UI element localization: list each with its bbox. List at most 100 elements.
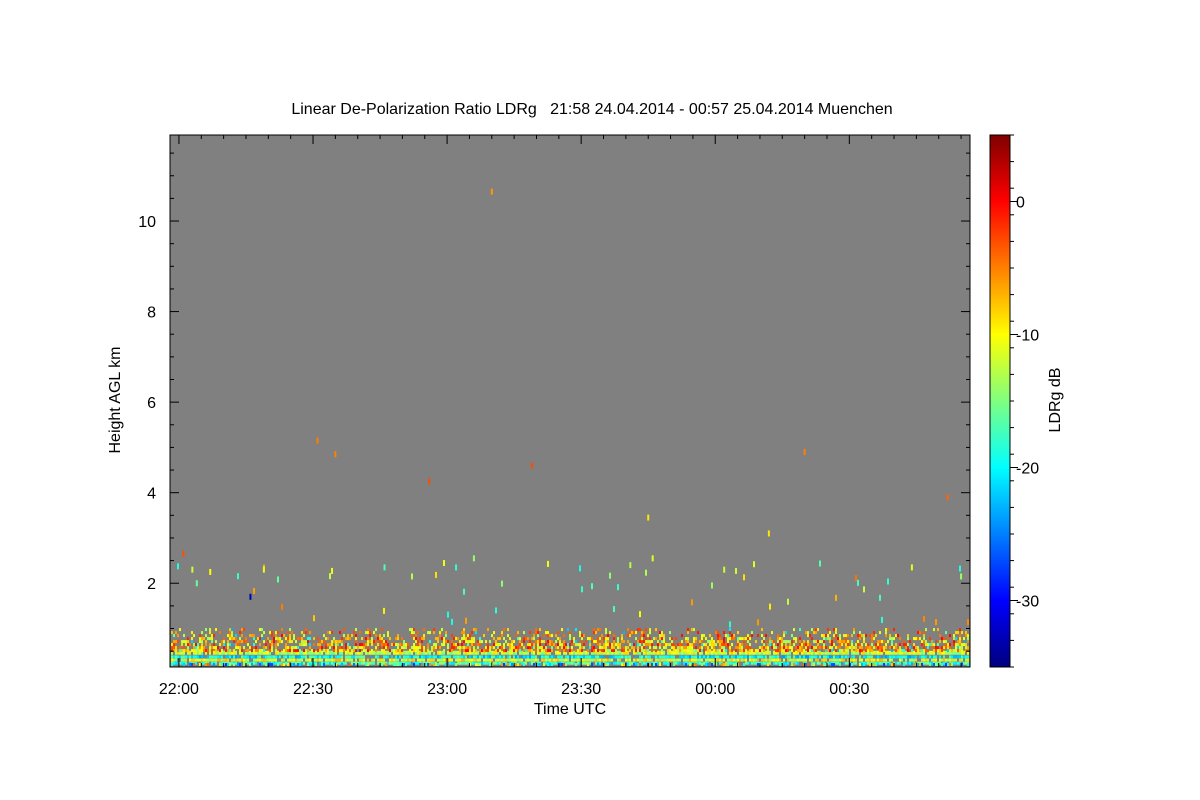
ldr-cell <box>253 643 255 647</box>
ldr-cell <box>605 631 607 635</box>
ldr-cell <box>379 637 381 641</box>
ldr-cell <box>767 663 769 666</box>
ldr-cell <box>365 643 367 647</box>
ldr-cell <box>431 655 433 659</box>
ldr-cell <box>181 643 183 647</box>
ldr-cell <box>959 634 961 638</box>
ldr-cell <box>195 649 197 653</box>
ldr-cell <box>639 628 641 632</box>
ldr-cell <box>693 637 695 641</box>
ldr-cell <box>271 655 273 659</box>
ldr-cell <box>635 631 637 635</box>
ldr-cell <box>641 637 643 641</box>
ldr-cell <box>179 649 181 653</box>
ldr-cell <box>599 658 601 662</box>
ldr-cell <box>627 646 629 650</box>
ldr-cell <box>879 643 881 647</box>
ldr-cell <box>651 640 653 644</box>
ldr-cell <box>609 658 611 662</box>
ldr-cell <box>887 578 889 585</box>
ldr-cell <box>603 643 605 647</box>
ldr-cell <box>223 646 225 650</box>
ldr-cell <box>413 646 415 650</box>
ldr-cell <box>733 634 735 638</box>
ldr-cell <box>265 650 267 655</box>
ldr-cell <box>209 646 211 650</box>
ldr-cell <box>187 646 189 650</box>
ldr-cell <box>967 646 969 650</box>
ldr-cell <box>531 649 533 653</box>
ldr-cell <box>761 634 763 638</box>
ldr-cell <box>905 661 907 665</box>
ldr-cell <box>217 646 219 650</box>
ldr-cell <box>879 655 881 659</box>
ldr-cell <box>407 655 409 659</box>
ldr-cell <box>379 650 381 655</box>
ldr-cell <box>879 594 881 601</box>
ldr-cell <box>939 649 941 653</box>
ldr-cell <box>435 663 437 666</box>
ldr-cell <box>241 649 243 653</box>
ldr-cell <box>779 646 781 650</box>
ldr-cell <box>375 640 377 644</box>
ldr-cell <box>675 649 677 653</box>
ldr-cell <box>823 658 825 662</box>
ldr-cell <box>913 643 915 647</box>
ldr-cell <box>381 663 383 666</box>
ldr-cell <box>583 661 585 665</box>
ldr-cell <box>823 634 825 638</box>
ldr-cell <box>785 649 787 653</box>
ldr-cell <box>171 655 173 659</box>
ldr-cell <box>831 663 833 666</box>
ldr-cell <box>361 643 363 647</box>
ldr-cell <box>175 640 177 644</box>
ldr-cell <box>391 655 393 659</box>
x-tick-label: 22:30 <box>293 681 333 698</box>
ldr-cell <box>829 658 831 662</box>
ldr-cell <box>739 649 741 653</box>
ldr-cell <box>409 628 411 632</box>
ldr-cell <box>201 649 203 653</box>
ldr-cell <box>953 661 955 665</box>
ldr-cell <box>953 655 955 659</box>
ldr-cell <box>607 637 609 641</box>
ldr-cell <box>413 649 415 653</box>
ldr-cell <box>457 650 459 655</box>
ldr-cell <box>857 643 859 647</box>
ldr-cell <box>645 661 647 665</box>
ldr-cell <box>681 646 683 650</box>
ldr-cell <box>187 637 189 641</box>
ldr-cell <box>859 649 861 653</box>
ldr-cell <box>477 643 479 647</box>
ldr-cell <box>743 655 745 659</box>
ldr-cell <box>473 649 475 653</box>
ldr-cell <box>625 646 627 650</box>
ldr-cell <box>209 637 211 641</box>
ldr-cell <box>955 646 957 650</box>
ldr-cell <box>843 640 845 644</box>
ldr-cell <box>607 643 609 647</box>
ldr-cell <box>875 655 877 659</box>
ldr-cell <box>769 637 771 641</box>
ldr-cell <box>335 649 337 653</box>
ldr-cell <box>503 649 505 653</box>
ldr-cell <box>519 637 521 641</box>
ldr-cell <box>245 658 247 662</box>
ldr-chart: Linear De-Polarization Ratio LDRg 21:58 … <box>107 101 1064 718</box>
ldr-cell <box>945 643 947 647</box>
ldr-cell <box>875 646 877 650</box>
ldr-cell <box>341 655 343 659</box>
ldr-cell <box>201 643 203 647</box>
ldr-cell <box>859 658 861 662</box>
ldr-cell <box>933 655 935 659</box>
ldr-cell <box>281 603 283 610</box>
ldr-point <box>191 566 194 573</box>
ldr-cell <box>897 655 899 659</box>
ldr-cell <box>847 655 849 659</box>
ldr-cell <box>799 628 801 632</box>
ldr-cell <box>193 649 195 653</box>
ldr-cell <box>183 655 185 659</box>
ldr-cell <box>483 634 485 638</box>
ldr-cell <box>525 637 527 641</box>
ldr-cell <box>881 649 883 653</box>
